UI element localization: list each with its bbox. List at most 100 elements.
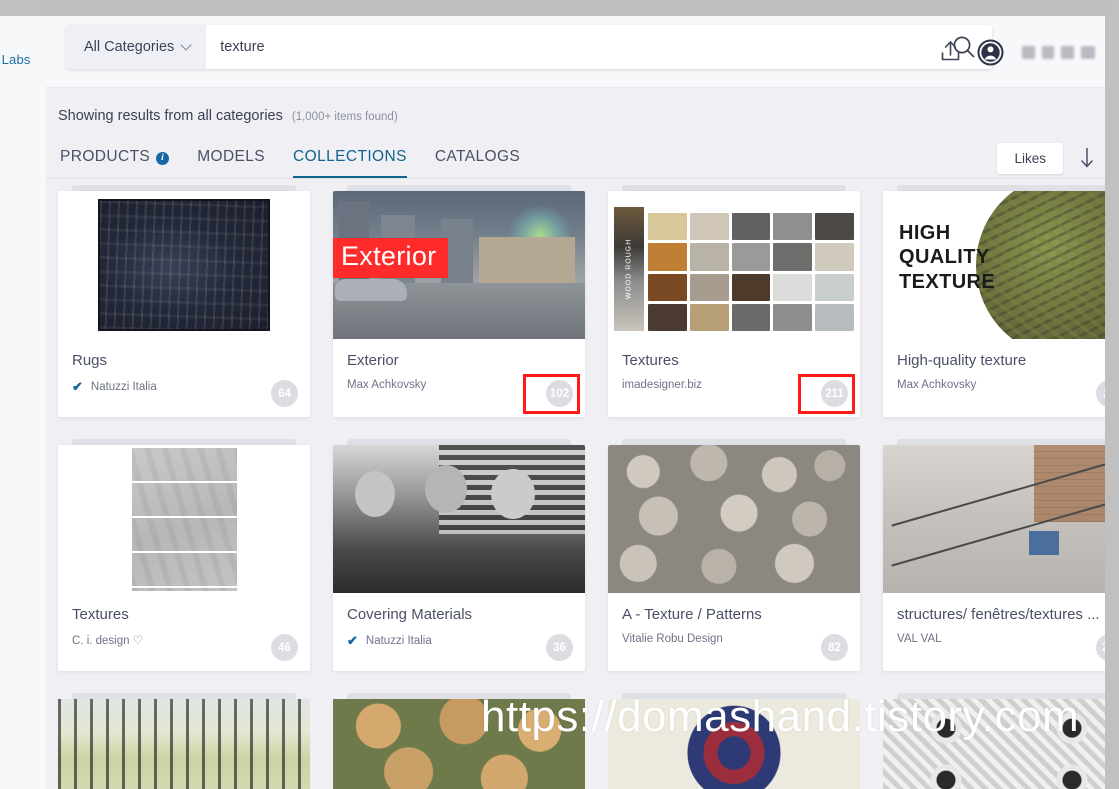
sort-direction-button[interactable] [1077, 145, 1097, 171]
wood-side-label: WOOD ROUGH [625, 238, 633, 300]
sort-likes-button[interactable]: Likes [997, 142, 1063, 174]
tab-catalogs-label: CATALOGS [434, 148, 521, 165]
verified-check-icon: ✔ [347, 633, 358, 648]
collection-card[interactable] [608, 699, 860, 789]
upload-button[interactable] [938, 39, 963, 65]
tab-models[interactable]: MODELS [183, 137, 279, 179]
concrete-tile-image [131, 447, 237, 591]
user-avatar-icon [977, 39, 1004, 65]
collection-card[interactable] [58, 699, 310, 789]
card-slot: WOOD ROUGH Textures imadesigner.biz 211 [608, 185, 860, 417]
cobblestone-image [608, 445, 860, 593]
card-slot: Covering Materials ✔ Natuzzi Italia 36 [333, 439, 585, 671]
search-input[interactable] [206, 25, 936, 69]
card-thumbnail [883, 445, 1105, 593]
tab-bar: PRODUCTS i MODELS COLLECTIONS CATALOGS Li… [46, 137, 1105, 179]
card-thumbnail [333, 445, 585, 593]
card-author: Vitalie Robu Design [622, 633, 723, 645]
collection-card[interactable] [883, 699, 1105, 789]
category-select[interactable]: All Categories [66, 25, 207, 69]
card-count-badge: 36 [546, 634, 573, 661]
tab-catalogs[interactable]: CATALOGS [421, 137, 534, 179]
wood-swatch-sheet-image: WOOD ROUGH [608, 191, 860, 339]
collection-card[interactable]: HIGH QUALITY TEXTURE High-quality texture … [883, 191, 1105, 417]
screen-root: : Labs All Categories [0, 0, 1119, 789]
annotation-highlight-box [798, 374, 855, 414]
card-author: Natuzzi Italia [90, 381, 157, 393]
collections-grid: Rugs ✔ Natuzzi Italia 64 Exterior Exteri… [46, 185, 1105, 671]
card-title: Textures [622, 352, 679, 369]
card-count-badge: 82 [821, 634, 848, 661]
card-slot [333, 693, 585, 789]
card-title: Exterior [347, 352, 399, 369]
app-header: All Categories [46, 16, 1105, 88]
collection-card[interactable]: WOOD ROUGH Textures imadesigner.biz 211 [608, 191, 860, 417]
card-title: Rugs [72, 352, 108, 369]
card-slot [608, 693, 860, 789]
card-title: structures/ fenêtres/textures ... [897, 606, 1100, 623]
info-icon[interactable]: i [156, 151, 170, 165]
card-meta: VAL VAL [883, 623, 1105, 645]
tab-collections-label: COLLECTIONS [293, 148, 407, 165]
category-select-label: All Categories [84, 39, 175, 55]
collection-card[interactable]: Exterior Exterior Max Achkovsky 102 [333, 191, 585, 417]
site-plan-image [58, 699, 310, 789]
card-count-badge: 64 [271, 380, 298, 407]
collection-card[interactable]: A - Texture / Patterns Vitalie Robu Desi… [608, 445, 860, 671]
persian-carpet-image [608, 699, 860, 789]
patterned-tile-image [883, 699, 1105, 789]
card-slot: Textures C. i. design ♡ 46 [58, 439, 310, 671]
card-thumbnail [58, 445, 310, 593]
collection-card[interactable]: structures/ fenêtres/textures ... VAL VA… [883, 445, 1105, 671]
card-thumbnail [608, 445, 860, 593]
card-title: Covering Materials [347, 606, 473, 623]
tab-products-label: PRODUCTS [60, 148, 151, 165]
staircase-image [883, 445, 1105, 593]
card-author: imadesigner.biz [622, 379, 702, 391]
blurred-username [1022, 45, 1095, 59]
tab-bar-divider [46, 178, 1105, 179]
flagstone-image [333, 699, 585, 789]
app-window: All Categories texture Showing results f… [46, 16, 1105, 789]
collection-card[interactable] [333, 699, 585, 789]
card-slot [883, 693, 1105, 789]
annotation-highlight-box [523, 374, 580, 414]
collections-grid-row3 [46, 693, 1105, 789]
card-thumbnail: Exterior [333, 191, 585, 339]
card-count-badge: 46 [271, 634, 298, 661]
moss-texture-image: HIGH QUALITY TEXTURE [883, 191, 1105, 339]
tab-collections[interactable]: COLLECTIONS [279, 137, 421, 179]
card-author: Max Achkovsky [347, 379, 427, 391]
card-title: A - Texture / Patterns [622, 606, 762, 623]
card-slot: Exterior Exterior Max Achkovsky 102 [333, 185, 585, 417]
card-overlay-label: Exterior [333, 238, 449, 278]
card-thumbnail [58, 191, 310, 339]
card-author: C. i. design ♡ [72, 635, 144, 647]
card-author: Max Achkovsky [897, 379, 977, 391]
background-page-peek: : Labs [0, 16, 46, 789]
exterior-render-image: Exterior [333, 191, 585, 339]
card-author: VAL VAL [897, 633, 942, 645]
card-slot [58, 693, 310, 789]
tab-models-label: MODELS [197, 148, 266, 165]
sort-controls: Likes [997, 137, 1097, 179]
results-summary: Showing results from all categories (1,0… [46, 88, 1105, 124]
collection-card[interactable]: Covering Materials ✔ Natuzzi Italia 36 [333, 445, 585, 671]
chevron-down-icon [182, 41, 191, 50]
background-page-label: : Labs [0, 52, 31, 67]
tab-products[interactable]: PRODUCTS i [58, 137, 183, 179]
card-author: Natuzzi Italia [365, 635, 432, 647]
card-slot: A - Texture / Patterns Vitalie Robu Desi… [608, 439, 860, 671]
user-avatar-button[interactable] [977, 39, 1004, 66]
collection-card[interactable]: Textures C. i. design ♡ 46 [58, 445, 310, 671]
card-thumbnail: HIGH QUALITY TEXTURE [883, 191, 1105, 339]
upload-icon [941, 41, 960, 61]
results-count: (1,000+ items found) [291, 111, 398, 123]
card-meta: Max Achkovsky [883, 369, 1105, 391]
wood-swatch-grid [648, 213, 854, 331]
collection-card[interactable]: Rugs ✔ Natuzzi Italia 64 [58, 191, 310, 417]
card-slot: structures/ fenêtres/textures ... VAL VA… [883, 439, 1105, 671]
card-thumbnail: WOOD ROUGH [608, 191, 860, 339]
verified-check-icon: ✔ [72, 379, 83, 394]
arrow-down-icon [1081, 148, 1093, 168]
